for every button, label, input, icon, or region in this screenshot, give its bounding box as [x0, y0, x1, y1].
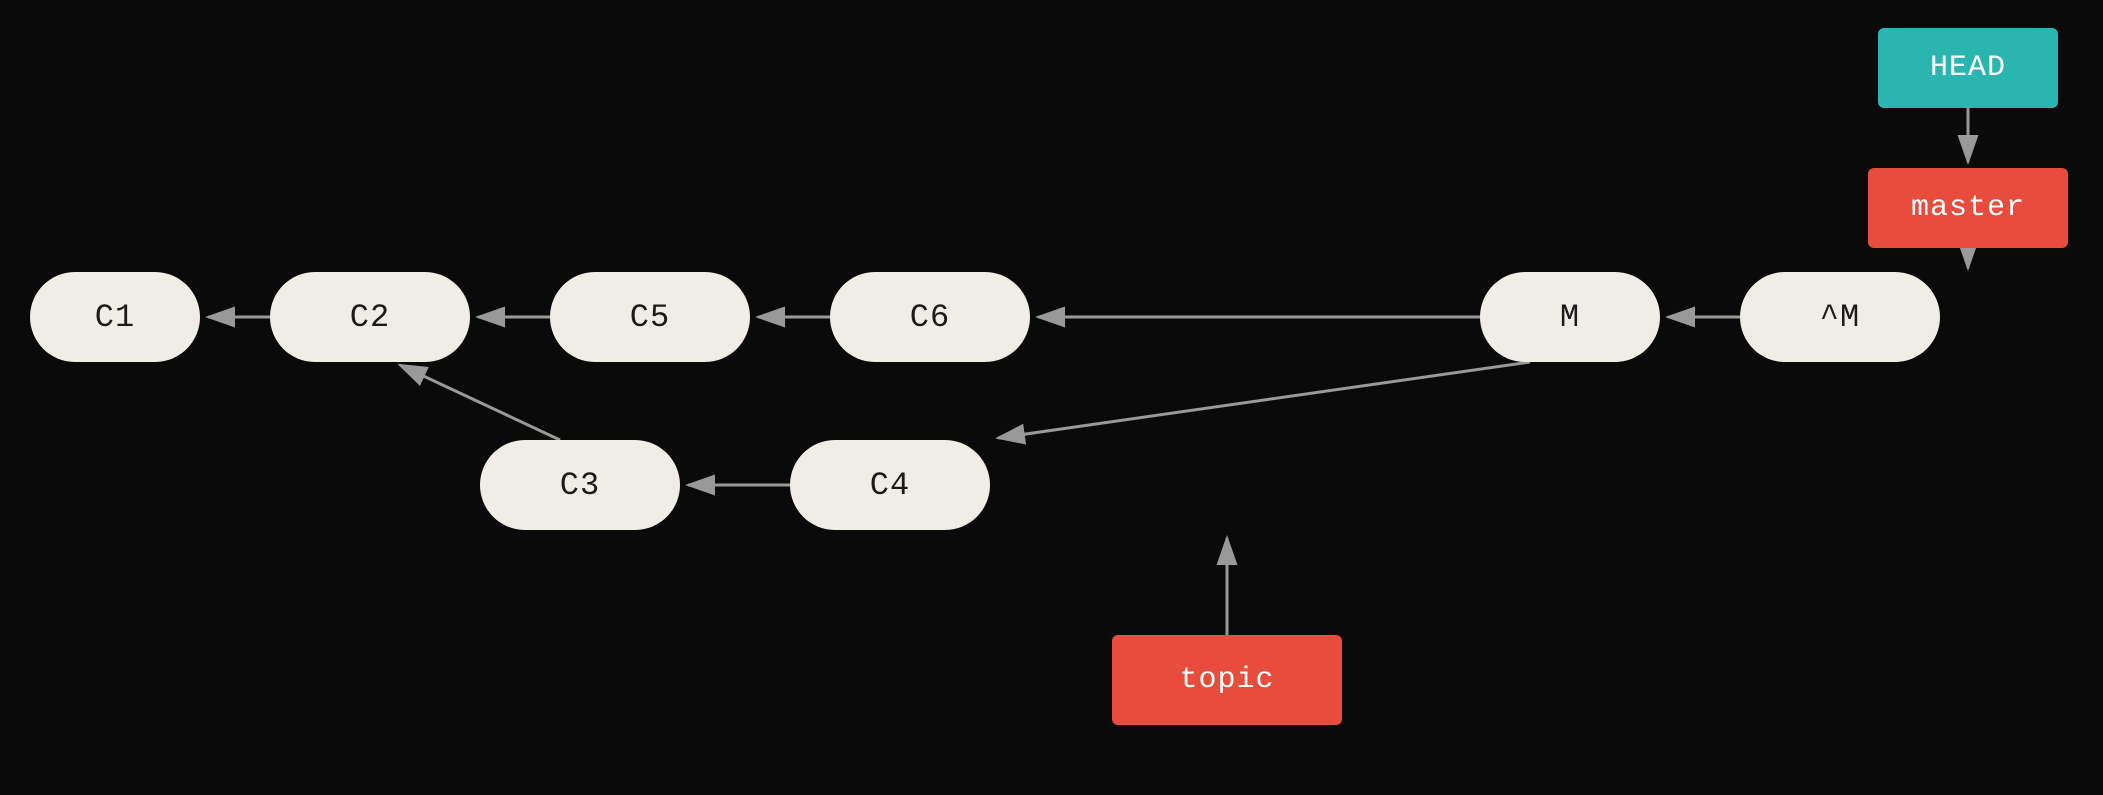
git-diagram: C1 C2 C5 C6 M ^M C3 C4 HEAD master topic [0, 0, 2103, 795]
head-label: HEAD [1930, 51, 2006, 85]
commit-c4: C4 [790, 440, 990, 530]
master-branch: master [1868, 168, 2068, 248]
commit-c2-label: C2 [350, 299, 390, 336]
topic-branch: topic [1112, 635, 1342, 725]
commit-c5-label: C5 [630, 299, 670, 336]
commit-c2: C2 [270, 272, 470, 362]
commit-c3-label: C3 [560, 467, 600, 504]
commit-c1-label: C1 [95, 299, 135, 336]
commit-c1: C1 [30, 272, 200, 362]
arrows-svg [0, 0, 2103, 795]
head-branch: HEAD [1878, 28, 2058, 108]
commit-c4-label: C4 [870, 467, 910, 504]
commit-c6: C6 [830, 272, 1030, 362]
commit-cm: ^M [1740, 272, 1940, 362]
master-label: master [1911, 191, 2025, 225]
commit-m: M [1480, 272, 1660, 362]
commit-c3: C3 [480, 440, 680, 530]
c3-to-c2-arrow [400, 365, 560, 440]
commit-c6-label: C6 [910, 299, 950, 336]
commit-cm-label: ^M [1820, 299, 1860, 336]
topic-label: topic [1179, 663, 1274, 697]
m-to-c4-arrow [998, 362, 1530, 438]
commit-c5: C5 [550, 272, 750, 362]
commit-m-label: M [1560, 299, 1580, 336]
